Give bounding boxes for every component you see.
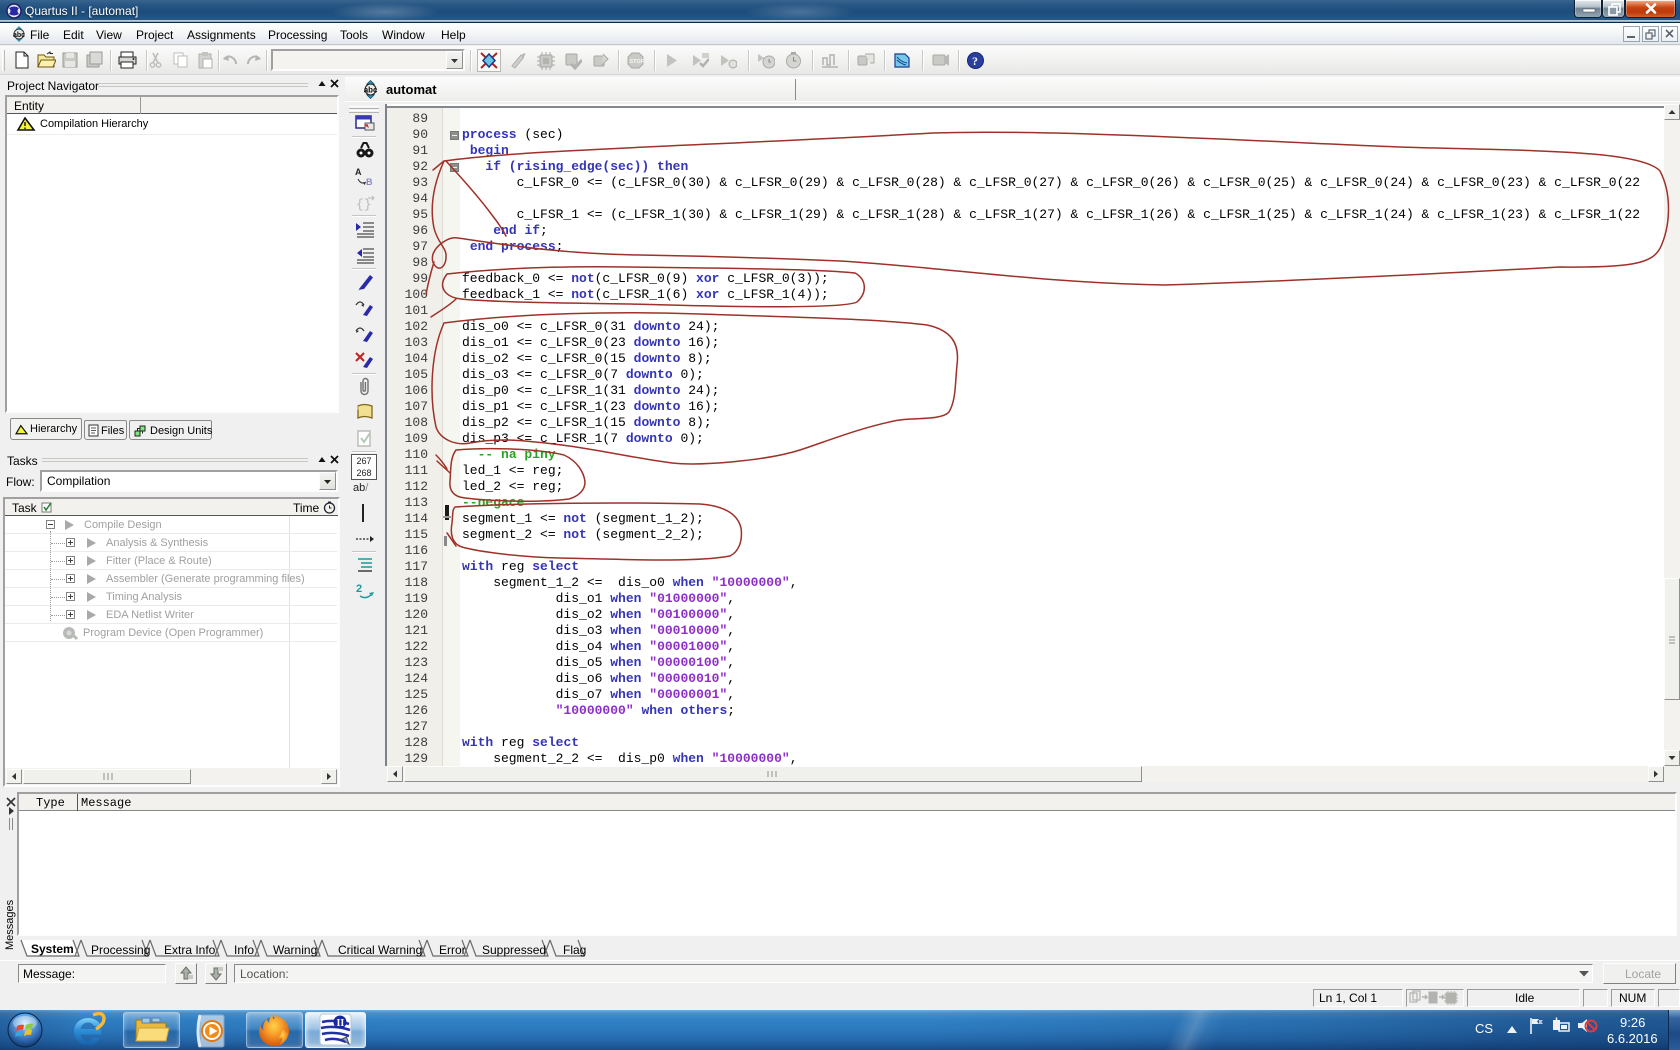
svg-text:II: II	[337, 1018, 345, 1029]
